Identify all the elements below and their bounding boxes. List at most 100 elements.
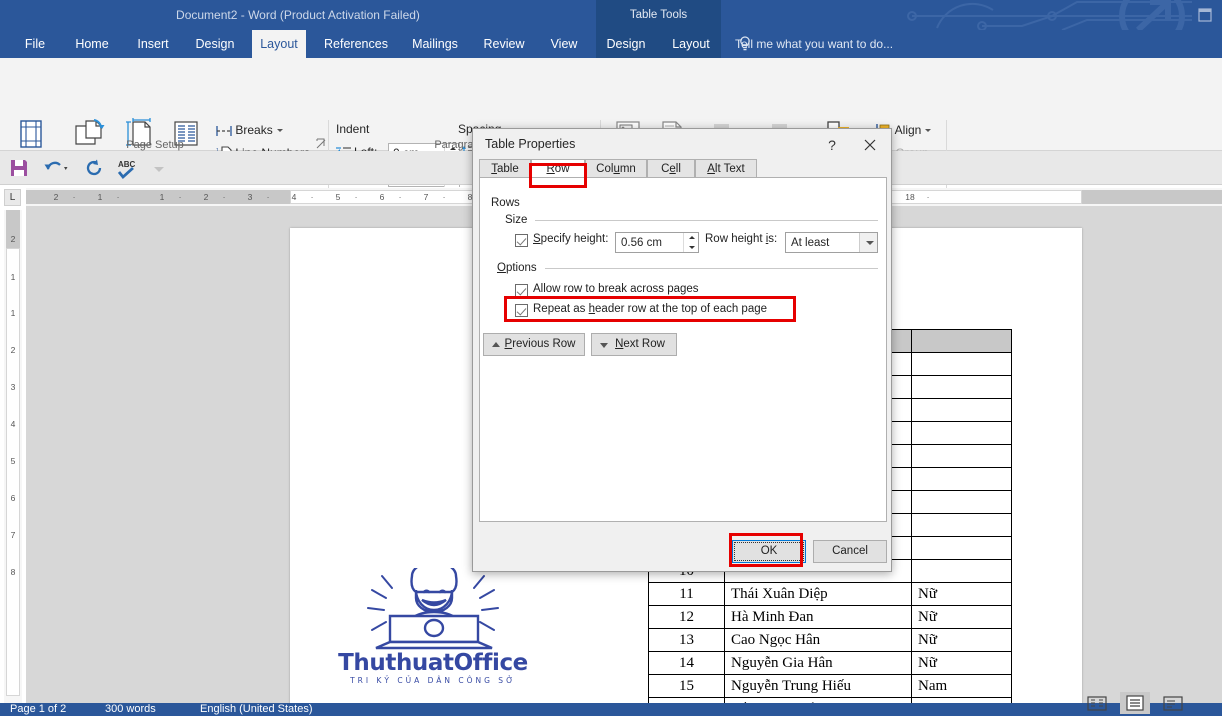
cancel-button[interactable]: Cancel [813, 540, 887, 563]
dialog-tab-row[interactable]: Row [531, 159, 585, 178]
print-layout-icon[interactable] [1120, 692, 1150, 714]
ribbon-tab-layout-4[interactable]: Layout [252, 30, 306, 58]
cell-sex[interactable] [911, 513, 1012, 537]
chevron-down-icon[interactable] [276, 129, 283, 133]
ruler-minor-tick: · [266, 192, 270, 202]
size-section-label: Size [505, 214, 528, 226]
ribbon-tab-review-7[interactable]: Review [476, 30, 532, 58]
cell-sex[interactable] [911, 536, 1012, 560]
cell-sex[interactable] [911, 352, 1012, 376]
options-section-label: Options [497, 262, 537, 274]
cell-sex[interactable]: Nữ [911, 605, 1012, 629]
redo-icon[interactable] [84, 157, 106, 179]
cell-stt[interactable]: 14 [648, 651, 725, 675]
cell-name[interactable]: Thái Xuân Diệp [724, 582, 912, 606]
table-row[interactable]: 13 Cao Ngọc Hân Nữ [648, 628, 1012, 652]
table-row[interactable]: 15 Nguyễn Trung Hiếu Nam [648, 674, 1012, 698]
cell-stt[interactable]: 16 [648, 697, 725, 703]
cell-sex[interactable] [911, 559, 1012, 583]
ribbon-tab-home-1[interactable]: Home [66, 30, 118, 58]
table-row[interactable]: 16Trần Huy HoàngNam [648, 697, 1012, 703]
height-spin-down[interactable] [683, 243, 698, 252]
dialog-tab-strip[interactable]: Table Row Column Cell Alt Text [479, 159, 887, 178]
ribbon-tab-mailings-6[interactable]: Mailings [402, 30, 468, 58]
next-row-button[interactable]: Next Row [591, 333, 677, 356]
previous-row-button[interactable]: Previous Row [483, 333, 585, 356]
cell-sex[interactable] [911, 444, 1012, 468]
chevron-down-icon[interactable] [859, 233, 877, 252]
cell-stt[interactable]: 12 [648, 605, 725, 629]
customize-qat-icon[interactable] [148, 157, 170, 179]
row-height-is-select[interactable]: At least [785, 232, 878, 253]
question-mark-icon[interactable]: ? [821, 134, 843, 156]
cell-name[interactable]: Cao Ngọc Hân [724, 628, 912, 652]
ribbon-tab-view-8[interactable]: View [540, 30, 588, 58]
ruler-tick-vertical: 2 [10, 234, 16, 244]
ribbon-tab-references-5[interactable]: References [316, 30, 396, 58]
allow-row-break-checkbox[interactable] [515, 284, 528, 297]
close-icon[interactable] [855, 134, 885, 156]
cell-name[interactable]: Nguyễn Gia Hân [724, 651, 912, 675]
dialog-tab-column[interactable]: Column [585, 159, 647, 178]
ribbon-tab-layout-10[interactable]: Layout [664, 30, 718, 58]
cell-sex[interactable] [911, 421, 1012, 445]
column-header-sex [911, 329, 1012, 353]
chevron-down-icon[interactable] [925, 129, 932, 133]
undo-icon[interactable] [42, 157, 72, 179]
cell-sex[interactable]: Nữ [911, 651, 1012, 675]
cell-sex[interactable] [911, 398, 1012, 422]
page-indicator[interactable]: Page 1 of 2 [10, 703, 66, 716]
cell-stt[interactable]: 11 [648, 582, 725, 606]
cell-name[interactable]: Hà Minh Đan [724, 605, 912, 629]
specify-height-checkbox[interactable] [515, 234, 528, 247]
tell-me-search[interactable]: Tell me what you want to do... [735, 30, 893, 58]
save-icon[interactable] [8, 157, 30, 179]
restore-window-icon[interactable] [1196, 6, 1214, 24]
web-layout-icon[interactable] [1158, 692, 1188, 714]
window-decoration-graphic [722, 0, 1222, 30]
cell-sex[interactable] [911, 375, 1012, 399]
specify-height-label: Specify height: [533, 233, 609, 245]
ribbon-tab-design-3[interactable]: Design [188, 30, 242, 58]
breaks-button[interactable]: Breaks [216, 119, 283, 141]
ribbon-tab-insert-2[interactable]: Insert [128, 30, 178, 58]
table-row[interactable]: 12 Hà Minh Đan Nữ [648, 605, 1012, 629]
dialog-tab-alt-text[interactable]: Alt Text [695, 159, 757, 178]
watermark-tagline: TRI KỶ CỦA DÂN CÔNG SỞ [350, 676, 516, 685]
ribbon-tab-design-9[interactable]: Design [600, 30, 652, 58]
svg-text:ABC: ABC [118, 160, 136, 169]
dialog-tab-cell[interactable]: Cell [647, 159, 695, 178]
cell-sex[interactable]: Nam [911, 674, 1012, 698]
dialog-tab-table[interactable]: Table [479, 159, 531, 178]
page-setup-group-label: Page Setup [126, 139, 184, 151]
cell-sex[interactable]: Nữ [911, 582, 1012, 606]
language-indicator[interactable]: English (United States) [200, 703, 313, 716]
ok-button[interactable]: OK [732, 540, 806, 563]
word-count[interactable]: 300 words [105, 703, 156, 716]
ruler-tick-vertical: 2 [10, 345, 16, 355]
tab-stop-selector[interactable]: L [4, 189, 21, 206]
spelling-icon[interactable]: ABC [115, 157, 141, 180]
cell-sex[interactable]: Nữ [911, 628, 1012, 652]
read-mode-icon[interactable] [1082, 692, 1112, 714]
ribbon-tab-file-0[interactable]: File [14, 30, 56, 58]
cell-stt[interactable]: 13 [648, 628, 725, 652]
cell-sex[interactable] [911, 467, 1012, 491]
document-title: Document2 - Word (Product Activation Fai… [176, 8, 420, 22]
repeat-header-row-checkbox[interactable] [515, 304, 528, 317]
specify-height-input[interactable]: 0.56 cm [615, 232, 699, 253]
vertical-ruler[interactable]: 2 1 1 2 3 4 5 6 7 8 [4, 210, 22, 705]
cell-sex[interactable]: Nam [911, 697, 1012, 703]
page-setup-dialog-launcher[interactable] [316, 138, 328, 150]
cell-stt[interactable]: 15 [648, 674, 725, 698]
ruler-tick-vertical: 1 [10, 272, 16, 282]
table-properties-dialog[interactable]: Table Properties ? Table Row Column Cell Alt… [472, 128, 892, 572]
height-spin-up[interactable] [683, 233, 698, 243]
cell-name[interactable]: Nguyễn Trung Hiếu [724, 674, 912, 698]
cell-sex[interactable] [911, 490, 1012, 514]
ruler-tick-vertical: 1 [10, 308, 16, 318]
cell-name[interactable]: Trần Huy Hoàng [724, 697, 912, 703]
table-row[interactable]: 11 Thái Xuân Diệp Nữ [648, 582, 1012, 606]
ruler-minor-tick: · [354, 192, 358, 202]
table-row[interactable]: 14 Nguyễn Gia Hân Nữ [648, 651, 1012, 675]
